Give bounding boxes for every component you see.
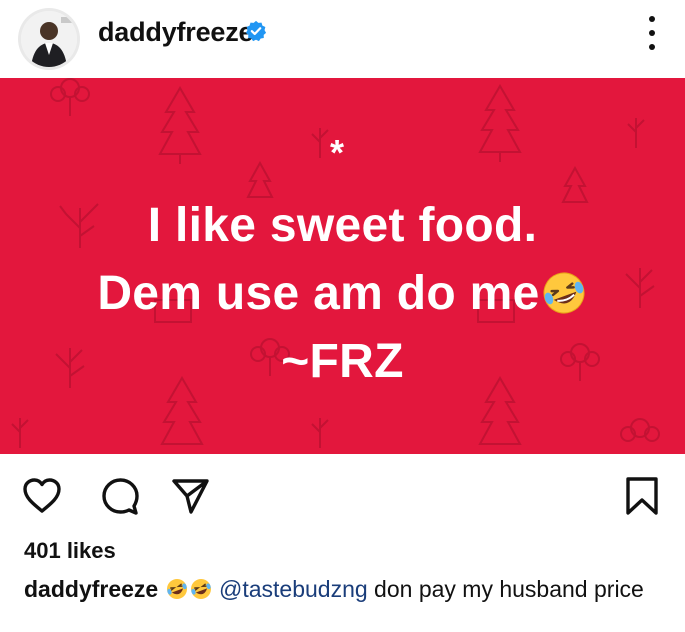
caption-mention[interactable]: @tastebudzng	[219, 576, 368, 602]
post-text-line2: Dem use am do me	[0, 266, 685, 321]
post-text-line2-text: Dem use am do me	[97, 267, 540, 320]
heart-icon[interactable]	[22, 476, 62, 516]
likes-count[interactable]: 401 likes	[24, 538, 116, 564]
send-icon[interactable]	[170, 476, 210, 516]
action-bar	[0, 460, 685, 530]
rofl-emoji-icon	[190, 579, 211, 599]
more-vertical-icon	[649, 16, 655, 22]
rofl-emoji-icon	[166, 579, 187, 599]
caption-username[interactable]: daddyfreeze	[24, 576, 158, 602]
post-image[interactable]: * I like sweet food. Dem use am do me ~F…	[0, 78, 685, 454]
post-asterisk: *	[330, 132, 345, 173]
verified-badge-icon	[245, 20, 267, 42]
post-header: daddyfreeze	[0, 0, 685, 78]
post-text-line3: ~FRZ	[281, 335, 404, 388]
post-username[interactable]: daddyfreeze	[98, 17, 254, 48]
caption-text: don pay my husband price	[367, 576, 644, 602]
comment-icon[interactable]	[100, 476, 140, 516]
rofl-emoji-icon	[543, 272, 585, 314]
caption: daddyfreeze @tastebudzng don pay my husb…	[24, 572, 664, 606]
avatar-image	[21, 11, 77, 67]
bookmark-icon[interactable]	[622, 476, 662, 516]
avatar[interactable]	[18, 8, 80, 70]
more-options-button[interactable]	[645, 16, 659, 50]
post-text-line1: I like sweet food.	[147, 199, 538, 252]
